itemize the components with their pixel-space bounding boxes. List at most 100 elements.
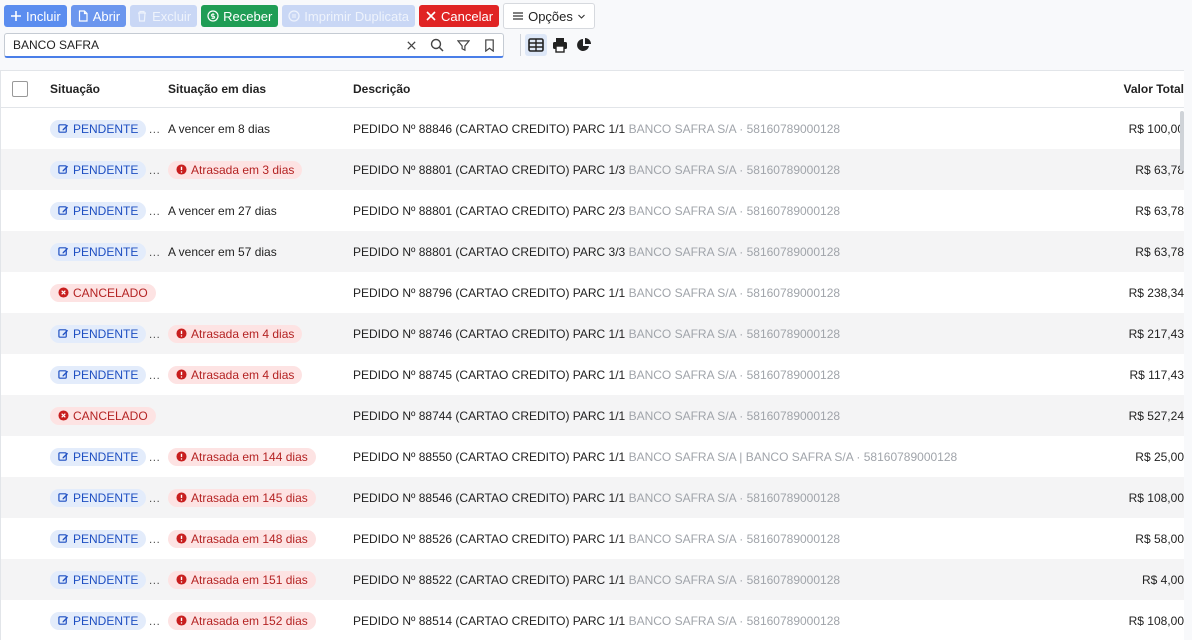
days-text: Atrasada em 4 dias bbox=[191, 367, 295, 382]
cancelar-label: Cancelar bbox=[441, 8, 494, 24]
more-icon[interactable]: … bbox=[148, 204, 160, 218]
description-text: PEDIDO Nº 88522 (CARTAO CREDITO) PARC 1/… bbox=[353, 572, 626, 587]
more-icon[interactable]: … bbox=[148, 163, 160, 177]
status-text: PENDENTE bbox=[73, 326, 139, 341]
pie-chart-icon[interactable] bbox=[573, 34, 595, 56]
bookmark-icon[interactable] bbox=[481, 37, 497, 53]
status-text: PENDENTE bbox=[73, 449, 139, 464]
more-icon[interactable]: … bbox=[148, 122, 160, 136]
status-badge: PENDENTE bbox=[50, 611, 147, 630]
alert-icon bbox=[176, 615, 187, 626]
status-text: PENDENTE bbox=[73, 490, 139, 505]
more-icon[interactable]: … bbox=[148, 327, 160, 341]
description-sub: BANCO SAFRA S/A · 58160789000128 bbox=[628, 408, 841, 423]
status-badge: PENDENTE bbox=[50, 201, 147, 220]
table-row[interactable]: PENDENTE … A vencer em 27 dias PEDIDO Nº 88… bbox=[1, 190, 1184, 231]
days-text: A vencer em 27 dias bbox=[168, 203, 277, 218]
table-row[interactable]: CANCELADO PEDIDO Nº 88796 (CARTAO CREDITO… bbox=[1, 272, 1184, 313]
table-row[interactable]: PENDENTE … Atrasada em 4 dias PEDIDO Nº 887… bbox=[1, 313, 1184, 354]
description-sub: BANCO SAFRA S/A · 58160789000128 bbox=[628, 162, 841, 177]
search-box bbox=[4, 33, 504, 58]
print-icon[interactable] bbox=[549, 34, 571, 56]
table-row[interactable]: PENDENTE … A vencer em 57 dias PEDIDO Nº 88… bbox=[1, 231, 1184, 272]
table-row[interactable]: CANCELADO PEDIDO Nº 88744 (CARTAO CREDITO… bbox=[1, 395, 1184, 436]
more-icon[interactable]: … bbox=[148, 450, 160, 464]
status-badge: CANCELADO bbox=[50, 283, 156, 302]
description-text: PEDIDO Nº 88744 (CARTAO CREDITO) PARC 1/… bbox=[353, 408, 626, 423]
incluir-button[interactable]: Incluir bbox=[4, 5, 67, 27]
alert-icon bbox=[176, 451, 187, 462]
filter-icon[interactable] bbox=[455, 37, 471, 53]
cancel-circle-icon bbox=[58, 410, 69, 421]
clear-icon[interactable] bbox=[403, 37, 419, 53]
cell-descricao: PEDIDO Nº 88801 (CARTAO CREDITO) PARC 3/… bbox=[353, 245, 840, 259]
edit-icon bbox=[58, 575, 69, 584]
status-badge: PENDENTE bbox=[50, 570, 147, 589]
more-icon[interactable]: … bbox=[148, 368, 160, 382]
overdue-badge: Atrasada em 151 dias bbox=[168, 570, 316, 589]
cell-situacao: CANCELADO bbox=[50, 406, 156, 425]
status-text: PENDENTE bbox=[73, 531, 139, 546]
overdue-badge: Atrasada em 144 dias bbox=[168, 447, 316, 466]
scrollbar[interactable] bbox=[1180, 111, 1184, 171]
more-icon[interactable]: … bbox=[148, 532, 160, 546]
receber-label: Receber bbox=[223, 8, 273, 24]
table-view-icon[interactable] bbox=[525, 34, 547, 56]
cell-situacao-dias: Atrasada em 4 dias bbox=[168, 324, 303, 343]
more-icon[interactable]: … bbox=[148, 573, 160, 587]
table-row[interactable]: PENDENTE … A vencer em 8 dias PEDIDO Nº 888… bbox=[1, 108, 1184, 149]
status-text: PENDENTE bbox=[73, 121, 139, 136]
more-icon[interactable]: … bbox=[148, 614, 160, 628]
col-situacao[interactable]: Situação bbox=[50, 82, 100, 96]
description-sub: BANCO SAFRA S/A · 58160789000128 bbox=[628, 285, 841, 300]
menu-icon bbox=[513, 12, 524, 20]
description-text: PEDIDO Nº 88546 (CARTAO CREDITO) PARC 1/… bbox=[353, 490, 626, 505]
imprimir-duplicata-button[interactable]: Imprimir Duplicata bbox=[282, 5, 416, 27]
more-icon[interactable]: … bbox=[148, 245, 160, 259]
select-all-checkbox[interactable] bbox=[12, 81, 28, 97]
edit-icon bbox=[58, 124, 69, 133]
description-text: PEDIDO Nº 88514 (CARTAO CREDITO) PARC 1/… bbox=[353, 613, 626, 628]
table-row[interactable]: PENDENTE … Atrasada em 151 dias PEDIDO Nº 8… bbox=[1, 559, 1184, 600]
col-valor-total[interactable]: Valor Total bbox=[1124, 82, 1184, 96]
overdue-badge: Atrasada em 3 dias bbox=[168, 160, 303, 179]
cancelar-button[interactable]: Cancelar bbox=[419, 5, 500, 27]
days-text: Atrasada em 148 dias bbox=[191, 531, 308, 546]
edit-icon bbox=[58, 616, 69, 625]
table-row[interactable]: PENDENTE … Atrasada em 152 dias PEDIDO Nº 8… bbox=[1, 600, 1184, 640]
cell-valor-total: R$ 63,78 bbox=[1135, 203, 1184, 218]
table-row[interactable]: PENDENTE … Atrasada em 148 dias PEDIDO Nº 8… bbox=[1, 518, 1184, 559]
cell-valor-total: R$ 527,24 bbox=[1128, 408, 1184, 423]
receber-button[interactable]: Receber bbox=[201, 5, 279, 27]
file-icon bbox=[78, 10, 88, 22]
search-input[interactable] bbox=[5, 38, 395, 52]
status-text: PENDENTE bbox=[73, 367, 139, 382]
more-icon[interactable]: … bbox=[148, 491, 160, 505]
cell-situacao: PENDENTE … bbox=[50, 365, 160, 384]
description-text: PEDIDO Nº 88801 (CARTAO CREDITO) PARC 3/… bbox=[353, 244, 626, 259]
abrir-button[interactable]: Abrir bbox=[70, 5, 127, 27]
table-row[interactable]: PENDENTE … Atrasada em 145 dias PEDIDO Nº 8… bbox=[1, 477, 1184, 518]
description-text: PEDIDO Nº 88801 (CARTAO CREDITO) PARC 2/… bbox=[353, 203, 626, 218]
table-row[interactable]: PENDENTE … Atrasada em 144 dias PEDIDO Nº 8… bbox=[1, 436, 1184, 477]
overdue-badge: Atrasada em 4 dias bbox=[168, 365, 303, 384]
excluir-label: Excluir bbox=[152, 8, 192, 24]
table-row[interactable]: PENDENTE … Atrasada em 4 dias PEDIDO Nº 887… bbox=[1, 354, 1184, 395]
status-badge: PENDENTE bbox=[50, 119, 147, 138]
days-text: Atrasada em 144 dias bbox=[191, 449, 308, 464]
col-situacao-dias[interactable]: Situação em dias bbox=[168, 82, 266, 96]
excluir-button[interactable]: Excluir bbox=[130, 5, 198, 27]
cell-descricao: PEDIDO Nº 88746 (CARTAO CREDITO) PARC 1/… bbox=[353, 327, 840, 341]
status-badge: PENDENTE bbox=[50, 242, 147, 261]
cell-situacao-dias: Atrasada em 3 dias bbox=[168, 160, 303, 179]
cell-situacao-dias: Atrasada em 4 dias bbox=[168, 365, 303, 384]
incluir-label: Incluir bbox=[26, 8, 61, 24]
description-sub: BANCO SAFRA S/A · 58160789000128 bbox=[628, 326, 841, 341]
search-icon[interactable] bbox=[429, 37, 445, 53]
grid-header: Situação Situação em dias Descrição Valo… bbox=[1, 71, 1184, 108]
days-text: A vencer em 8 dias bbox=[168, 121, 271, 136]
opcoes-button[interactable]: Opções bbox=[503, 3, 595, 29]
edit-icon bbox=[58, 452, 69, 461]
col-descricao[interactable]: Descrição bbox=[353, 82, 410, 96]
table-row[interactable]: PENDENTE … Atrasada em 3 dias PEDIDO Nº 888… bbox=[1, 149, 1184, 190]
